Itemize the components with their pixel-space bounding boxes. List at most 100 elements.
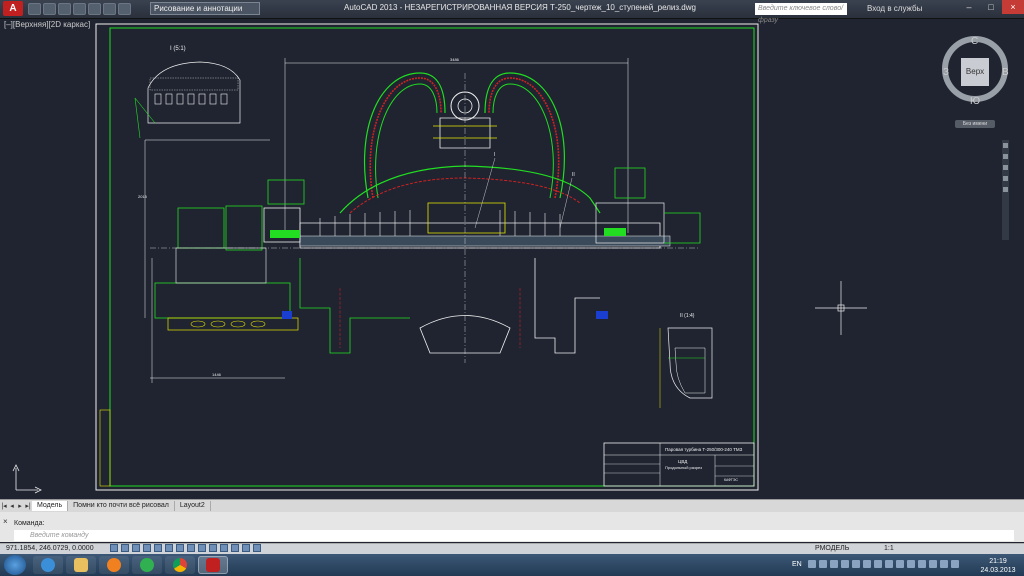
command-close-icon[interactable]: × bbox=[3, 517, 8, 526]
tab-layout2[interactable]: Layout2 bbox=[175, 501, 211, 511]
leader-label-1: I bbox=[494, 152, 495, 158]
volume-icon[interactable] bbox=[940, 560, 948, 568]
wcs-menu[interactable]: Без имени bbox=[955, 120, 995, 128]
ortho-icon[interactable] bbox=[143, 544, 151, 552]
orbit-icon[interactable] bbox=[1003, 176, 1008, 181]
tab-next-icon[interactable]: ▸ bbox=[16, 502, 24, 511]
tray-icon[interactable] bbox=[907, 560, 915, 568]
taskbar-clock[interactable]: 21:19 24.03.2013 bbox=[978, 557, 1018, 575]
language-indicator[interactable]: EN bbox=[792, 561, 802, 568]
annotation-scale[interactable]: 1:1 bbox=[884, 545, 894, 552]
tab-layout1[interactable]: Помни кто почти всё рисовал bbox=[68, 501, 175, 511]
drawing-canvas[interactable]: Паровая турбина Т-250/300-240 ТМЗ ЦВД Пр… bbox=[0, 18, 1024, 498]
window-title: AutoCAD 2013 - НЕЗАРЕГИСТРИРОВАННАЯ ВЕРС… bbox=[344, 3, 696, 12]
plot-icon[interactable] bbox=[88, 2, 101, 15]
turbine-casing bbox=[150, 73, 700, 363]
title-block-part: ЦВД bbox=[678, 459, 687, 464]
showmotion-icon[interactable] bbox=[1003, 187, 1008, 192]
detail-II-view: II (1:4) bbox=[659, 313, 713, 408]
navigation-bar bbox=[1002, 140, 1009, 240]
signin-link[interactable]: Вход в службы bbox=[867, 4, 922, 13]
viewcube-top-face[interactable]: Верх bbox=[961, 58, 989, 86]
model-space-toggle[interactable]: РМОДЕЛЬ bbox=[815, 545, 849, 552]
tray-icon[interactable] bbox=[929, 560, 937, 568]
autocad-logo-icon[interactable]: A bbox=[3, 1, 23, 16]
viewcube-west[interactable]: З bbox=[943, 67, 949, 78]
tray-icon[interactable] bbox=[885, 560, 893, 568]
zoom-icon[interactable] bbox=[1003, 165, 1008, 170]
folder-icon bbox=[74, 558, 88, 572]
viewcube-east[interactable]: В bbox=[1002, 67, 1009, 78]
command-input[interactable]: Введите команду bbox=[14, 530, 1014, 541]
internet-explorer-icon bbox=[41, 558, 55, 572]
title-block-name: Паровая турбина Т-250/300-240 ТМЗ bbox=[665, 447, 743, 452]
3d-osnap-icon[interactable] bbox=[176, 544, 184, 552]
viewcube-south[interactable]: Ю bbox=[970, 96, 980, 107]
front-bearing-housing bbox=[154, 179, 305, 331]
side-stamp bbox=[99, 409, 111, 487]
otrack-icon[interactable] bbox=[187, 544, 195, 552]
lineweight-icon[interactable] bbox=[220, 544, 228, 552]
title-block: Паровая турбина Т-250/300-240 ТМЗ ЦВД Пр… bbox=[603, 442, 755, 487]
open-file-icon[interactable] bbox=[43, 2, 56, 15]
search-input[interactable]: Введите ключевое слово/фразу bbox=[755, 3, 847, 24]
ducs-icon[interactable] bbox=[198, 544, 206, 552]
sheet-inner-frame bbox=[109, 27, 755, 487]
undo-icon[interactable] bbox=[103, 2, 116, 15]
workspace-dropdown[interactable]: Рисование и аннотации bbox=[150, 2, 260, 15]
leader-line-1 bbox=[474, 157, 496, 229]
close-button[interactable]: × bbox=[1002, 0, 1024, 14]
tray-icon[interactable] bbox=[863, 560, 871, 568]
dimension-lines bbox=[144, 58, 629, 383]
rear-bearing-housing bbox=[595, 167, 701, 244]
infer-constraints-icon[interactable] bbox=[110, 544, 118, 552]
system-tray bbox=[808, 560, 959, 568]
snap-mode-icon[interactable] bbox=[121, 544, 129, 552]
selection-cycling-icon[interactable] bbox=[253, 544, 261, 552]
tab-prev-icon[interactable]: ◂ bbox=[8, 502, 16, 511]
tab-last-icon[interactable]: ▸| bbox=[24, 502, 32, 511]
grid-icon[interactable] bbox=[132, 544, 140, 552]
tray-icon[interactable] bbox=[852, 560, 860, 568]
tray-icon[interactable] bbox=[841, 560, 849, 568]
tray-icon[interactable] bbox=[874, 560, 882, 568]
tab-model[interactable]: Модель bbox=[32, 501, 69, 511]
exhaust-part bbox=[299, 258, 608, 354]
clock-time: 21:19 bbox=[989, 558, 1007, 565]
start-button-icon[interactable] bbox=[4, 555, 26, 575]
maximize-button[interactable]: □ bbox=[980, 0, 1002, 14]
object-snap-icon[interactable] bbox=[165, 544, 173, 552]
new-file-icon[interactable] bbox=[28, 2, 41, 15]
tray-icon[interactable] bbox=[896, 560, 904, 568]
media-player-icon bbox=[107, 558, 121, 572]
tray-icon[interactable] bbox=[808, 560, 816, 568]
tab-first-icon[interactable]: |◂ bbox=[0, 502, 8, 511]
mail-agent-icon bbox=[140, 558, 154, 572]
tray-icon[interactable] bbox=[819, 560, 827, 568]
viewcube-north[interactable]: С bbox=[971, 36, 978, 47]
quick-properties-icon[interactable] bbox=[242, 544, 250, 552]
chrome-icon bbox=[173, 558, 187, 572]
layout-tabs-bar: |◂ ◂ ▸ ▸| Модель Помни кто почти всё рис… bbox=[0, 499, 1024, 512]
crosshair-cursor-icon bbox=[815, 281, 867, 335]
transparency-icon[interactable] bbox=[231, 544, 239, 552]
dimension-top: 3486 bbox=[450, 57, 460, 62]
detail-I-label: I (5:1) bbox=[170, 46, 186, 52]
tray-icon[interactable] bbox=[830, 560, 838, 568]
network-icon[interactable] bbox=[951, 560, 959, 568]
minimize-button[interactable]: – bbox=[958, 0, 980, 14]
steering-wheel-icon[interactable] bbox=[1003, 143, 1008, 148]
polar-tracking-icon[interactable] bbox=[154, 544, 162, 552]
viewport-controls[interactable]: [–][Верхняя][2D каркас] bbox=[4, 20, 90, 29]
redo-icon[interactable] bbox=[118, 2, 131, 15]
drafting-toggles bbox=[110, 544, 261, 552]
title-block-org: КАФТЭС bbox=[724, 478, 738, 482]
dynamic-input-icon[interactable] bbox=[209, 544, 217, 552]
steam-pipes bbox=[364, 72, 565, 199]
coordinates-readout[interactable]: 971.1854, 246.0729, 0.0000 bbox=[6, 545, 94, 552]
tray-icon[interactable] bbox=[918, 560, 926, 568]
pan-icon[interactable] bbox=[1003, 154, 1008, 159]
command-history: Команда: bbox=[14, 520, 45, 527]
save-as-icon[interactable] bbox=[73, 2, 86, 15]
save-icon[interactable] bbox=[58, 2, 71, 15]
